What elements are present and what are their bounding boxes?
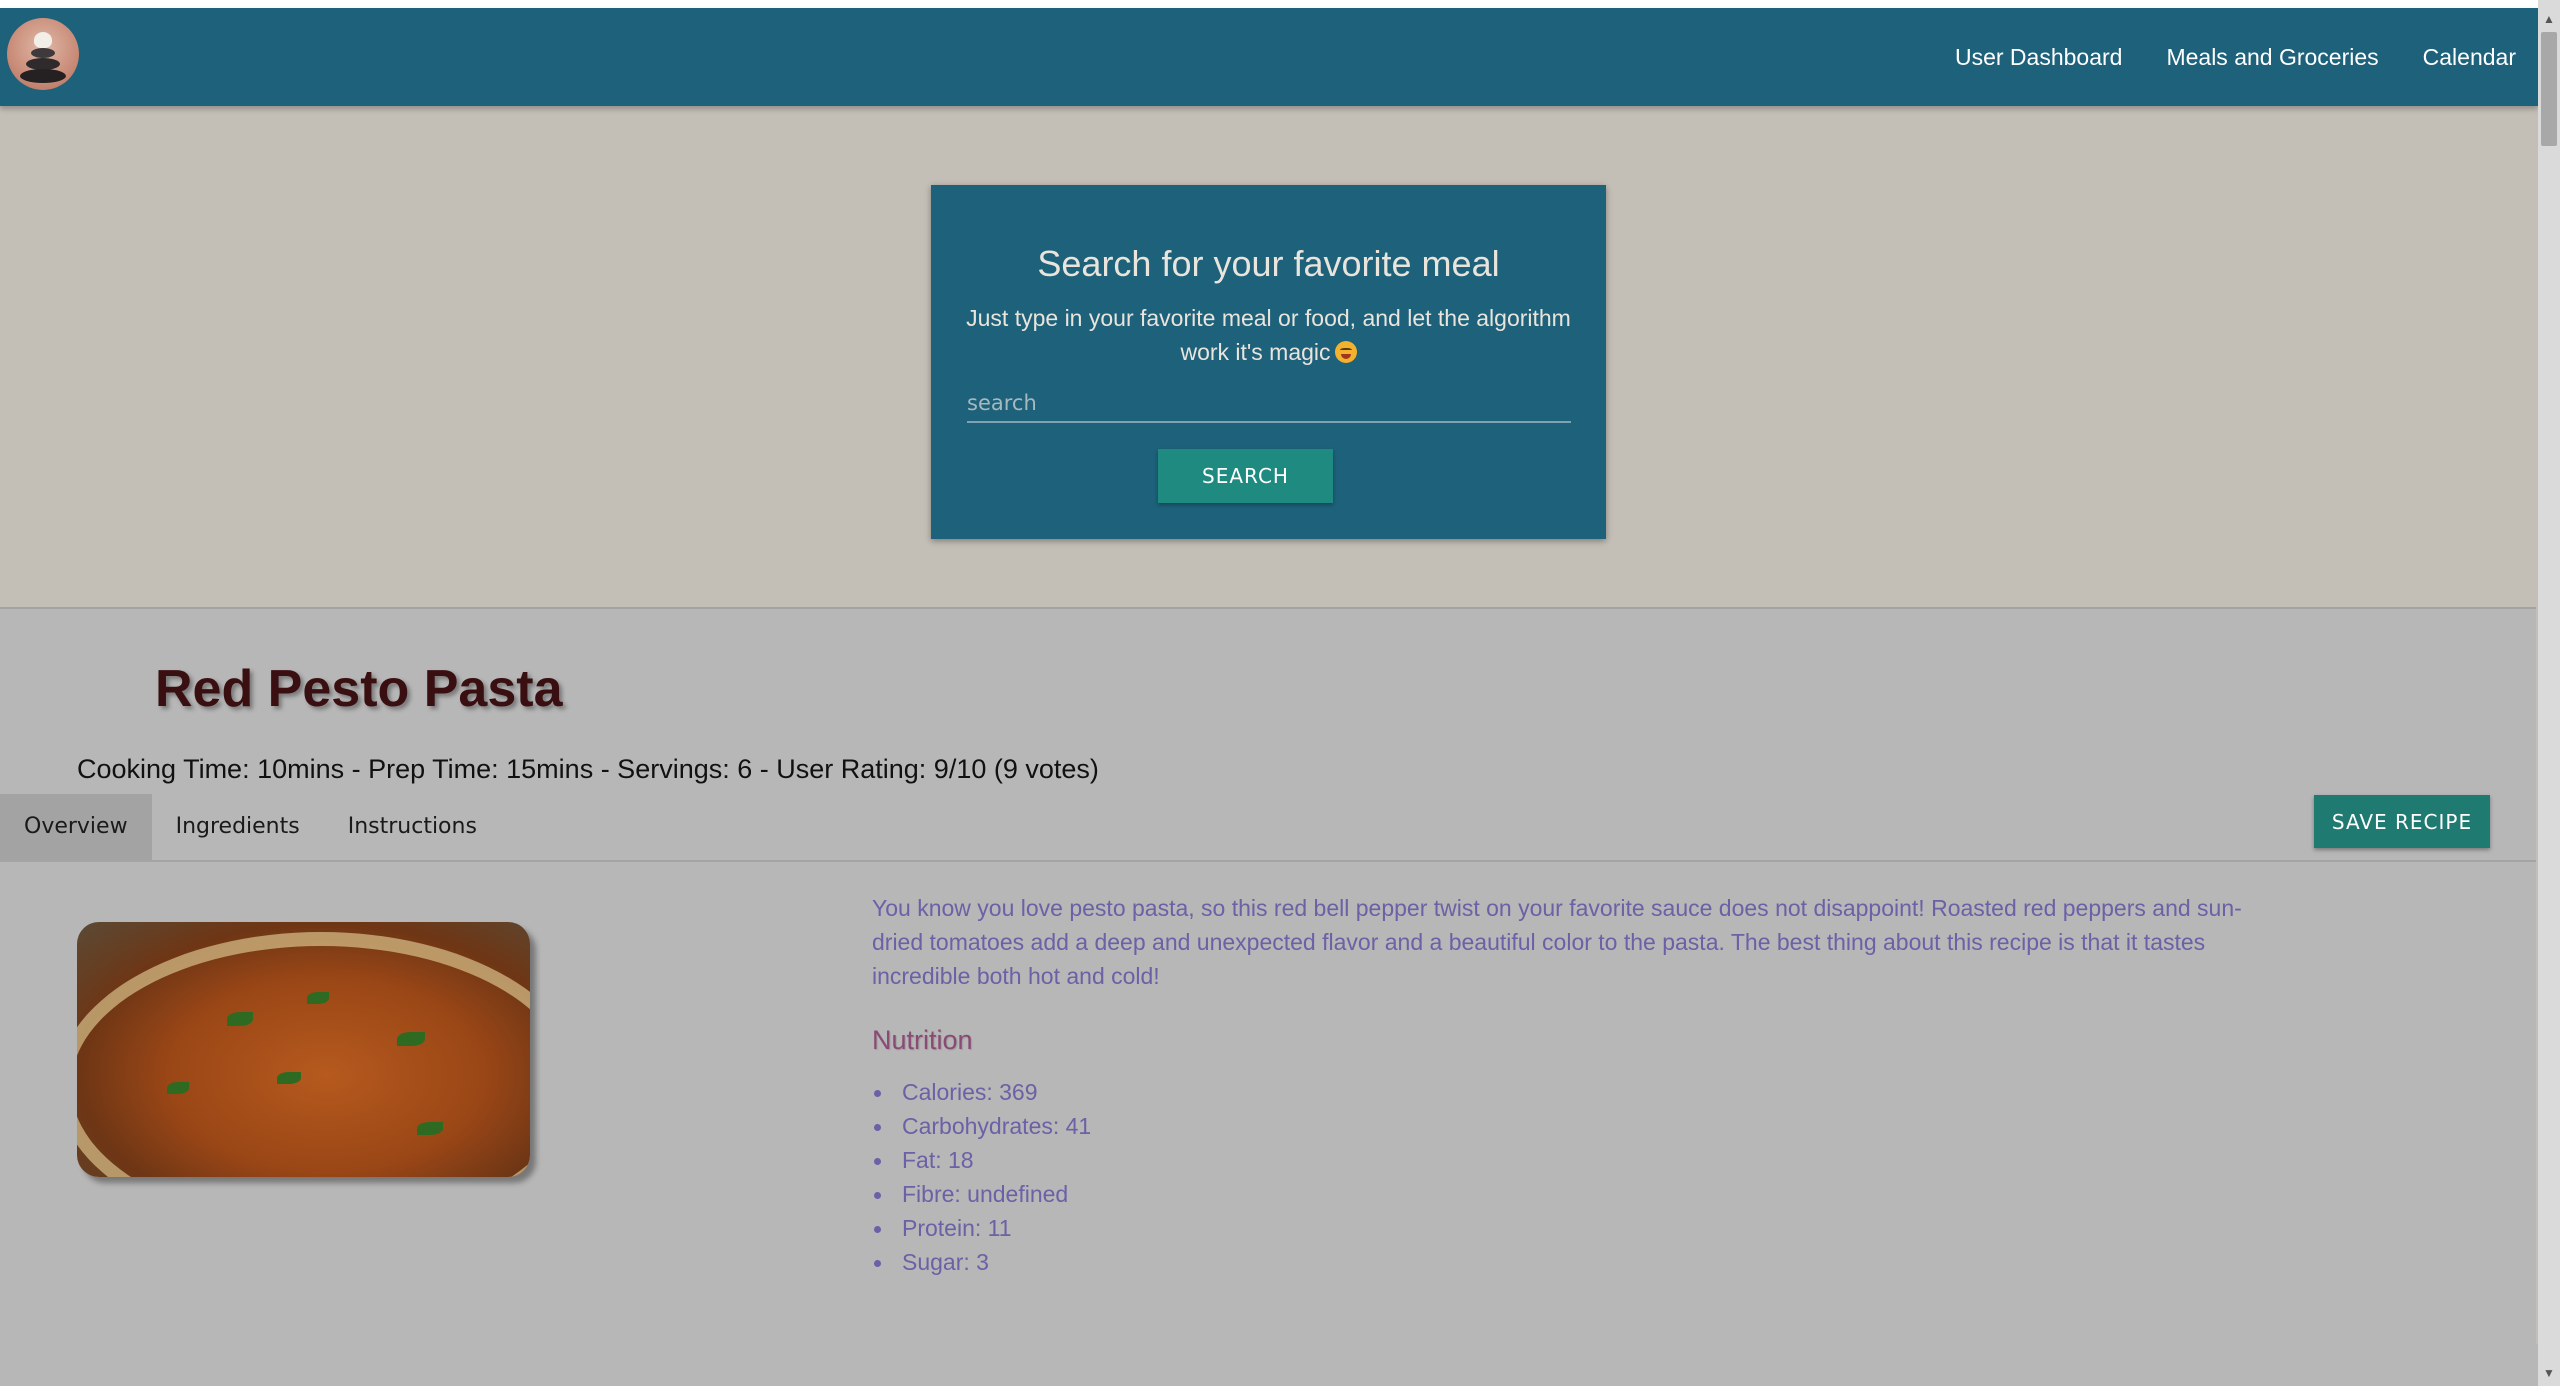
search-subtitle-text: Just type in your favorite meal or food,… (966, 305, 1571, 365)
nutrition-item: Fat: 18 (872, 1143, 1091, 1177)
nav-link-meals-and-groceries[interactable]: Meals and Groceries (2166, 44, 2378, 71)
herb-garnish (227, 1012, 253, 1026)
next-section-edge (0, 1344, 2538, 1386)
top-strip (0, 0, 2538, 8)
recipe-panel: Red Pesto Pasta Cooking Time: 10mins - P… (0, 607, 2536, 1346)
recipe-description: You know you love pesto pasta, so this r… (872, 895, 2242, 989)
tab-instructions[interactable]: Instructions (324, 794, 501, 860)
nutrition-item: Calories: 369 (872, 1075, 1091, 1109)
logo-leaf (34, 32, 52, 48)
herb-garnish (167, 1082, 189, 1094)
search-card: Search for your favorite meal Just type … (931, 185, 1606, 539)
tongue-wink-emoji-icon (1334, 341, 1357, 363)
recipe-meta: Cooking Time: 10mins - Prep Time: 15mins… (77, 754, 1099, 784)
save-recipe-button[interactable]: SAVE RECIPE (2314, 795, 2490, 848)
search-subtitle: Just type in your favorite meal or food,… (959, 301, 1579, 369)
page-scrollbar[interactable]: ▲ ▼ (2538, 0, 2560, 1386)
nutrition-list: Calories: 369 Carbohydrates: 41 Fat: 18 … (872, 1075, 1091, 1279)
nav-link-calendar[interactable]: Calendar (2423, 44, 2516, 71)
recipe-tabs: Overview Ingredients Instructions (0, 794, 501, 860)
scroll-up-icon[interactable]: ▲ (2538, 8, 2560, 30)
recipe-title: Red Pesto Pasta (155, 660, 563, 718)
nutrition-item: Protein: 11 (872, 1211, 1091, 1245)
logo-stone (20, 69, 66, 83)
logo-icon[interactable] (7, 18, 79, 90)
tab-ingredients[interactable]: Ingredients (152, 794, 324, 860)
nav-links: User Dashboard Meals and Groceries Calen… (1955, 8, 2516, 106)
nav-link-user-dashboard[interactable]: User Dashboard (1955, 44, 2122, 71)
nutrition-item: Fibre: undefined (872, 1177, 1091, 1211)
herb-garnish (417, 1122, 443, 1135)
scrollbar-thumb[interactable] (2541, 32, 2557, 146)
nutrition-heading: Nutrition (872, 1025, 973, 1055)
herb-garnish (397, 1032, 425, 1046)
herb-garnish (307, 992, 329, 1004)
search-input[interactable] (967, 385, 1571, 423)
nutrition-item: Carbohydrates: 41 (872, 1109, 1091, 1143)
logo-stone (31, 48, 55, 58)
scroll-down-icon[interactable]: ▼ (2538, 1362, 2560, 1384)
nutrition-item: Sugar: 3 (872, 1245, 1091, 1279)
navbar: User Dashboard Meals and Groceries Calen… (0, 8, 2538, 106)
search-title: Search for your favorite meal (1037, 243, 1500, 284)
plate-rim (77, 932, 530, 1177)
recipe-image (77, 922, 530, 1177)
search-button[interactable]: SEARCH (1158, 449, 1333, 503)
tab-overview[interactable]: Overview (0, 794, 152, 860)
herb-garnish (277, 1072, 301, 1084)
tabs-divider (0, 860, 2536, 862)
